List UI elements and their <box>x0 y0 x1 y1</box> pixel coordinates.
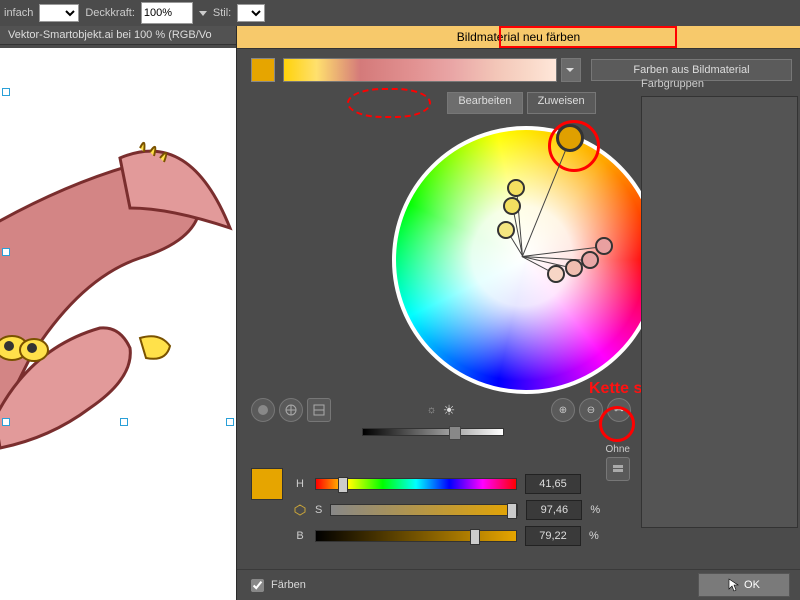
sun-dim-icon: ☼ <box>427 404 437 416</box>
color-groups-list[interactable] <box>641 96 798 528</box>
tab-assign[interactable]: Zuweisen <box>527 92 596 114</box>
display-bars-icon[interactable] <box>307 398 331 422</box>
selection-handle[interactable] <box>2 248 10 256</box>
selection-handle[interactable] <box>2 418 10 426</box>
style-label: Stil: <box>213 7 231 19</box>
saturation-slider[interactable] <box>330 504 518 516</box>
brightness-slider[interactable] <box>362 428 504 436</box>
style-select[interactable] <box>237 4 265 22</box>
color-wheel[interactable] <box>392 126 652 386</box>
dialog-footer: Färben OK <box>237 569 800 600</box>
color-node[interactable] <box>581 251 599 269</box>
mode-select[interactable] <box>39 4 79 22</box>
annotation-dashed-tabs <box>347 88 431 118</box>
color-group-menu[interactable] <box>561 58 581 82</box>
b-label: B <box>293 530 307 542</box>
mode-label: infach <box>4 7 33 19</box>
brightness-hsb-slider[interactable] <box>315 530 517 542</box>
sun-bright-icon: ☀ <box>443 402 456 419</box>
color-node[interactable] <box>556 124 584 152</box>
color-node[interactable] <box>547 265 565 283</box>
recolor-checkbox[interactable]: Färben <box>247 576 306 595</box>
color-node[interactable] <box>503 197 521 215</box>
opacity-dropdown-icon[interactable] <box>199 11 207 16</box>
ok-button-label: OK <box>744 579 760 591</box>
color-groups-label: Farbgruppen <box>641 78 796 90</box>
hsb-swatch[interactable] <box>251 468 283 500</box>
selection-handle[interactable] <box>2 88 10 96</box>
dialog-title-bar: Bildmaterial neu färben <box>237 26 800 49</box>
s-label: S <box>315 504 322 516</box>
color-node[interactable] <box>507 179 525 197</box>
recolor-dialog: Bildmaterial neu färben Farben aus Bildm… <box>236 26 800 600</box>
color-groups-panel: Farbgruppen <box>641 78 796 560</box>
hue-value[interactable]: 41,65 <box>525 474 581 494</box>
display-segmented-wheel-icon[interactable] <box>279 398 303 422</box>
dialog-body: Farben aus Bildmaterial Bearbeiten Zuwei… <box>237 48 800 570</box>
limit-preset-menu-icon[interactable] <box>606 457 630 481</box>
color-node[interactable] <box>565 259 583 277</box>
color-node[interactable] <box>497 221 515 239</box>
dialog-title: Bildmaterial neu färben <box>457 30 580 44</box>
none-label: Ohne <box>606 444 630 455</box>
hue-slider[interactable] <box>315 478 517 490</box>
recolor-checkbox-input[interactable] <box>251 579 264 592</box>
remove-color-icon[interactable]: ⊖ <box>579 398 603 422</box>
cube-icon <box>293 504 307 516</box>
ok-button[interactable]: OK <box>698 573 790 597</box>
selection-handle[interactable] <box>120 418 128 426</box>
h-label: H <box>293 478 307 490</box>
canvas-area: Vektor-Smartobjekt.ai bei 100 % (RGB/Vo <box>0 26 236 600</box>
current-color-swatch[interactable] <box>251 58 275 82</box>
percent-s: % <box>590 504 600 516</box>
link-harmony-icon[interactable]: ⊶ <box>607 398 631 422</box>
opacity-label: Deckkraft: <box>85 7 135 19</box>
canvas[interactable] <box>0 48 236 600</box>
opacity-input[interactable] <box>141 2 193 24</box>
recolor-checkbox-label: Färben <box>271 579 306 591</box>
color-node[interactable] <box>595 237 613 255</box>
tab-edit[interactable]: Bearbeiten <box>447 92 522 114</box>
document-tab[interactable]: Vektor-Smartobjekt.ai bei 100 % (RGB/Vo <box>0 26 236 45</box>
saturation-value[interactable]: 97,46 <box>526 500 582 520</box>
app-toolbar: infach Deckkraft: Stil: <box>0 0 800 27</box>
brightness-value[interactable]: 79,22 <box>525 526 581 546</box>
add-color-icon[interactable]: ⊕ <box>551 398 575 422</box>
cursor-icon <box>728 578 740 592</box>
display-smooth-wheel-icon[interactable] <box>251 398 275 422</box>
selection-handle[interactable] <box>226 418 234 426</box>
percent-b: % <box>589 530 599 542</box>
color-group-preview[interactable] <box>283 58 557 82</box>
